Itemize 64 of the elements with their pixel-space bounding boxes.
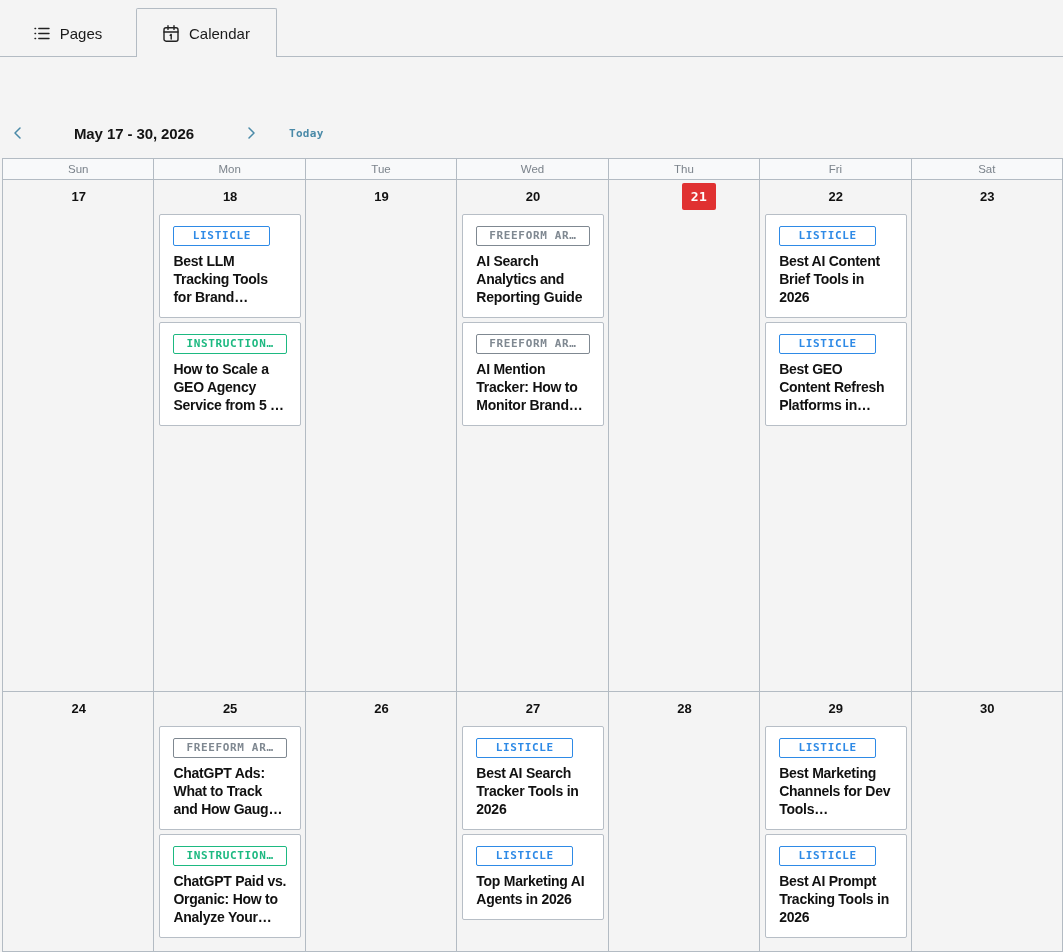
tab[interactable]: Pages [0,8,136,57]
post-type-tag: INSTRUCTION… [173,846,287,866]
post-type-tag: FREEFORM AR… [476,226,590,246]
day-number: 21 [681,183,717,210]
weekday-header: Sun [3,159,155,180]
post-title: How to Scale a GEO Agency Service from 5 … [173,360,285,414]
post-title: Best LLM Tracking Tools for Brand… [173,252,269,306]
day-number: 26 [374,700,389,718]
post-type-tag: FREEFORM AR… [173,738,287,758]
day-number: 19 [374,188,389,206]
day-number: 29 [828,700,844,718]
post-title: ChatGPT Paid vs. Organic: How to Analyze Your… [173,872,288,926]
post-type-tag: LISTICLE [476,738,574,758]
weekday-header: Mon [154,159,306,180]
post-card[interactable]: LISTICLE Best Marketing Channels for Dev Tools… [765,726,907,830]
post-title: Best Marketing Channels for Dev Tools… [779,764,892,818]
calendar-icon [163,24,179,42]
post-title: AI Search Analytics and Reporting Guide [476,252,584,306]
date-range-title: May 17 - 30, 2026 [73,124,195,142]
post-card[interactable]: LISTICLE Best AI Content Brief Tools in 2026 [765,214,907,318]
day-number: 17 [71,188,86,206]
day-number: 24 [71,700,86,718]
weekday-header: Thu [608,159,761,180]
post-card[interactable]: LISTICLE Best LLM Tracking Tools for Brand… [159,214,301,318]
day-number: 27 [525,700,541,718]
post-title: Best AI Content Brief Tools in 2026 [779,252,881,306]
weekday-header: Wed [457,159,609,180]
post-type-tag: LISTICLE [779,846,877,866]
chevron-right-icon [247,127,255,139]
chevron-left-icon [13,127,21,139]
post-card[interactable]: LISTICLE Best GEO Content Refresh Platforms in… [765,322,907,426]
post-type-tag: LISTICLE [779,334,877,354]
weekday-header: Sat [911,159,1063,180]
day-number: 28 [677,700,692,718]
post-type-tag: FREEFORM AR… [476,334,590,354]
tab[interactable]: Calendar [136,8,277,57]
day-number: 20 [525,188,541,206]
day-number: 30 [980,700,995,718]
post-title: ChatGPT Ads: What to Track and How Gaug… [173,764,284,818]
post-type-tag: INSTRUCTION… [173,334,287,354]
weekday-header: Tue [305,159,458,180]
post-title: Best GEO Content Refresh Platforms in… [779,360,886,414]
day-number: 18 [222,188,238,206]
post-title: Top Marketing AI Agents in 2026 [476,872,586,908]
post-card[interactable]: LISTICLE Best AI Search Tracker Tools in 2026 [462,726,604,830]
post-card[interactable]: LISTICLE Top Marketing AI Agents in 2026 [462,834,604,920]
post-title: Best AI Search Tracker Tools in 2026 [476,764,580,818]
post-card[interactable]: INSTRUCTION… ChatGPT Paid vs. Organic: How to Analyze Your… [159,834,301,938]
post-type-tag: LISTICLE [779,738,877,758]
post-card[interactable]: INSTRUCTION… How to Scale a GEO Agency Service from 5 … [159,322,301,426]
post-card[interactable]: FREEFORM AR… AI Search Analytics and Reporting Guide [462,214,604,318]
post-type-tag: LISTICLE [173,226,271,246]
post-type-tag: LISTICLE [476,846,574,866]
post-title: AI Mention Tracker: How to Monitor Brand… [476,360,584,414]
list-icon [33,26,50,40]
weekday-header: Fri [760,159,912,180]
post-card[interactable]: FREEFORM AR… ChatGPT Ads: What to Track and How Gaug… [159,726,301,830]
post-type-tag: LISTICLE [779,226,877,246]
post-title: Best AI Prompt Tracking Tools in 2026 [779,872,890,926]
day-number: 22 [828,188,844,206]
post-card[interactable]: LISTICLE Best AI Prompt Tracking Tools in 2026 [765,834,907,938]
post-card[interactable]: FREEFORM AR… AI Mention Tracker: How to Monitor Brand… [462,322,604,426]
day-number: 23 [980,188,995,206]
day-number: 25 [222,700,238,718]
